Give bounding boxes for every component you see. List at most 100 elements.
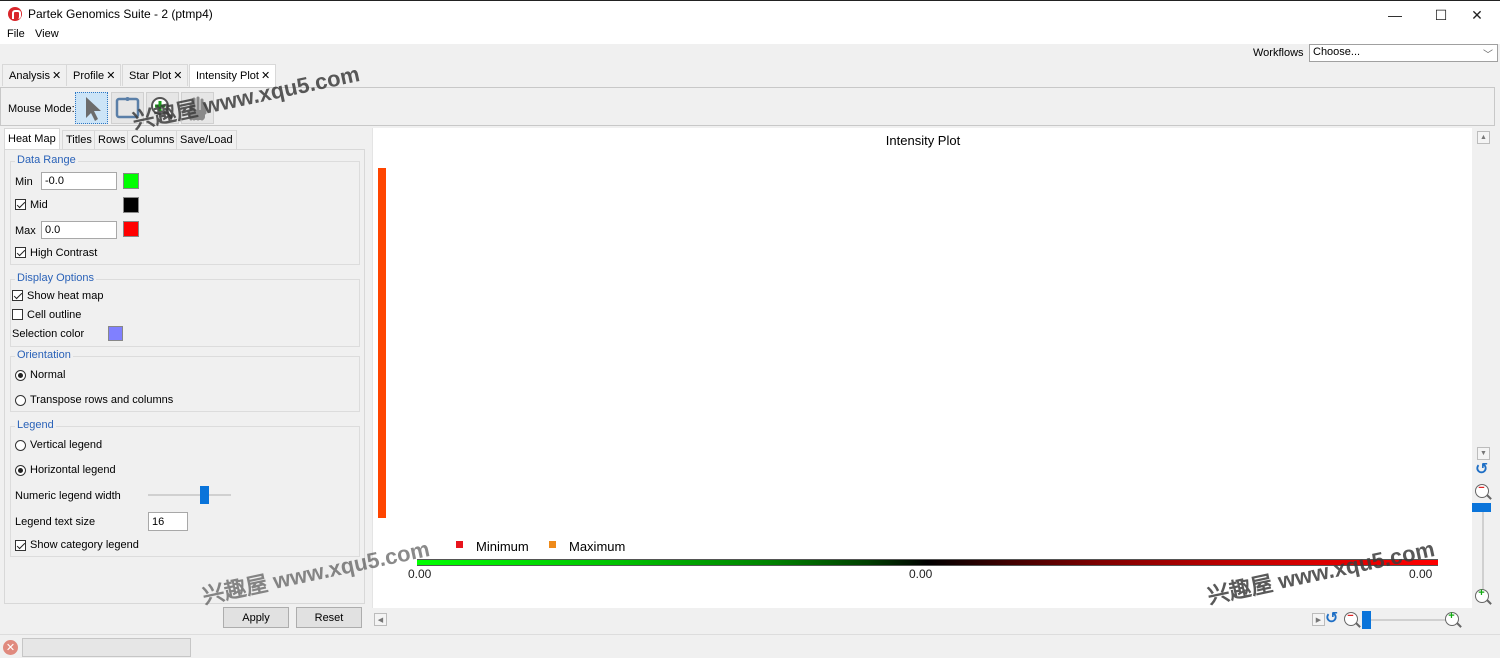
vertical-legend-radio[interactable] (15, 440, 26, 451)
close-tab-icon[interactable]: ✕ (106, 70, 115, 82)
numeric-legend-width-label: Numeric legend width (15, 490, 121, 502)
pan-hand-icon (189, 96, 207, 121)
minimize-button[interactable]: — (1372, 1, 1418, 29)
selection-color-swatch[interactable] (108, 326, 123, 341)
scroll-up-button[interactable]: ▲ (1477, 131, 1490, 144)
orientation-title: Orientation (15, 349, 73, 361)
mouse-mode-label: Mouse Mode: (8, 103, 75, 115)
show-heat-map-label: Show heat map (27, 290, 104, 302)
window-title: Partek Genomics Suite - 2 (ptmp4) (28, 7, 213, 21)
zoom-in-vertical-icon[interactable]: + (1475, 587, 1489, 603)
horizontal-zoom-slider[interactable] (1362, 619, 1446, 621)
menu-bar: File View (0, 28, 1500, 42)
panel-tab-titles[interactable]: Titles (62, 130, 96, 149)
tab-label: Profile (73, 70, 105, 82)
gradient-tick-min: 0.00 (408, 567, 432, 581)
zoom-out-horizontal-icon[interactable]: − (1344, 610, 1358, 626)
reset-button[interactable]: Reset (296, 607, 362, 628)
error-status-icon[interactable]: ✕ (3, 640, 18, 655)
lasso-mode-button[interactable] (111, 92, 144, 124)
tab-intensity-plot[interactable]: Intensity Plot ✕ (189, 64, 277, 87)
high-contrast-label: High Contrast (30, 247, 98, 259)
zoom-out-vertical-icon[interactable]: − (1475, 482, 1489, 498)
horizontal-zoom-thumb[interactable] (1362, 611, 1371, 629)
intensity-plot-canvas[interactable]: Intensity Plot Minimum Maximum 0.00 0.00… (372, 128, 1472, 608)
mouse-mode-toolbar: Mouse Mode: (0, 87, 1495, 126)
vertical-zoom-thumb[interactable] (1472, 503, 1491, 512)
zoom-mode-button[interactable] (146, 92, 179, 124)
tab-label: Analysis (9, 70, 50, 82)
close-window-button[interactable]: ✕ (1454, 1, 1500, 29)
workflows-dropdown[interactable]: Choose... ﹀ (1309, 44, 1498, 62)
gradient-tick-max: 0.00 (1409, 567, 1433, 581)
legend-label-minimum: Minimum (476, 539, 529, 554)
panel-tab-save-load[interactable]: Save/Load (176, 130, 237, 149)
legend-text-size-input[interactable] (148, 512, 188, 531)
vertical-scrollbar[interactable]: ▲ ▼ ↺ − + (1472, 128, 1495, 608)
max-color-swatch[interactable] (123, 221, 139, 237)
data-range-title: Data Range (15, 154, 78, 166)
select-pointer-icon (86, 97, 101, 121)
horizontal-legend-label: Horizontal legend (30, 464, 116, 476)
legend-label-maximum: Maximum (569, 539, 626, 554)
min-color-swatch[interactable] (123, 173, 139, 189)
mid-checkbox[interactable] (15, 199, 26, 210)
show-category-legend-checkbox[interactable] (15, 540, 26, 551)
color-gradient-legend (417, 559, 1438, 566)
intensity-bar[interactable] (378, 168, 386, 518)
mid-label: Mid (30, 199, 48, 211)
apply-button[interactable]: Apply (223, 607, 289, 628)
gradient-tick-mid: 0.00 (909, 567, 933, 581)
orientation-transpose-radio[interactable] (15, 395, 26, 406)
show-category-legend-label: Show category legend (30, 539, 139, 551)
title-bar: Partek Genomics Suite - 2 (ptmp4) — ☐ ✕ (0, 0, 1500, 28)
partek-app-icon (8, 7, 22, 21)
scroll-right-button[interactable]: ▶ (1312, 613, 1325, 626)
tab-profile[interactable]: Profile ✕ (66, 64, 122, 86)
plot-title: Intensity Plot (885, 133, 961, 148)
max-value-input[interactable] (41, 221, 117, 239)
pan-mode-button[interactable] (181, 92, 214, 124)
numeric-legend-width-slider[interactable] (148, 494, 231, 496)
panel-tab-columns[interactable]: Columns (127, 130, 179, 149)
cell-outline-label: Cell outline (27, 309, 82, 321)
legend-swatch-minimum (456, 541, 463, 548)
heat-map-settings-panel: Data Range Min Mid Max High Contrast Dis… (4, 149, 365, 604)
orientation-normal-radio[interactable] (15, 370, 26, 381)
panel-tab-heat-map[interactable]: Heat Map (4, 128, 60, 149)
horizontal-legend-radio[interactable] (15, 465, 26, 476)
orientation-normal-label: Normal (30, 369, 66, 381)
close-tab-icon[interactable]: ✕ (52, 70, 61, 82)
high-contrast-checkbox[interactable] (15, 247, 26, 258)
mid-color-swatch[interactable] (123, 197, 139, 213)
select-mode-button[interactable] (75, 92, 108, 124)
close-tab-icon[interactable]: ✕ (261, 70, 270, 82)
close-tab-icon[interactable]: ✕ (173, 70, 182, 82)
vertical-legend-label: Vertical legend (30, 439, 103, 451)
min-value-input[interactable] (41, 172, 117, 190)
horizontal-scrollbar[interactable]: ◀ ▶ ↺ − + (372, 608, 1472, 629)
reset-zoom-icon[interactable]: ↺ (1475, 459, 1488, 479)
workflows-label: Workflows (1253, 47, 1304, 59)
lasso-select-icon (115, 97, 140, 119)
orientation-transpose-label: Transpose rows and columns (30, 394, 174, 406)
menu-view[interactable]: View (35, 28, 59, 40)
selection-color-label: Selection color (12, 328, 85, 340)
show-heat-map-checkbox[interactable] (12, 290, 23, 301)
menu-file[interactable]: File (7, 28, 25, 40)
legend-text-size-label: Legend text size (15, 516, 96, 528)
scroll-left-button[interactable]: ◀ (374, 613, 387, 626)
workflows-selected-value: Choose... (1313, 46, 1361, 58)
tab-label: Star Plot (129, 70, 172, 82)
numeric-legend-width-thumb[interactable] (200, 486, 210, 504)
reset-zoom-horizontal-icon[interactable]: ↺ (1325, 608, 1338, 628)
tab-star-plot[interactable]: Star Plot ✕ (122, 64, 189, 86)
legend-swatch-maximum (549, 541, 556, 548)
cell-outline-checkbox[interactable] (12, 309, 23, 320)
panel-tab-rows[interactable]: Rows (94, 130, 130, 149)
tab-analysis[interactable]: Analysis ✕ (2, 64, 68, 86)
legend-title: Legend (15, 419, 56, 431)
zoom-in-horizontal-icon[interactable]: + (1445, 610, 1459, 626)
vertical-zoom-slider[interactable] (1482, 508, 1484, 592)
chevron-down-icon: ﹀ (1483, 50, 1493, 61)
